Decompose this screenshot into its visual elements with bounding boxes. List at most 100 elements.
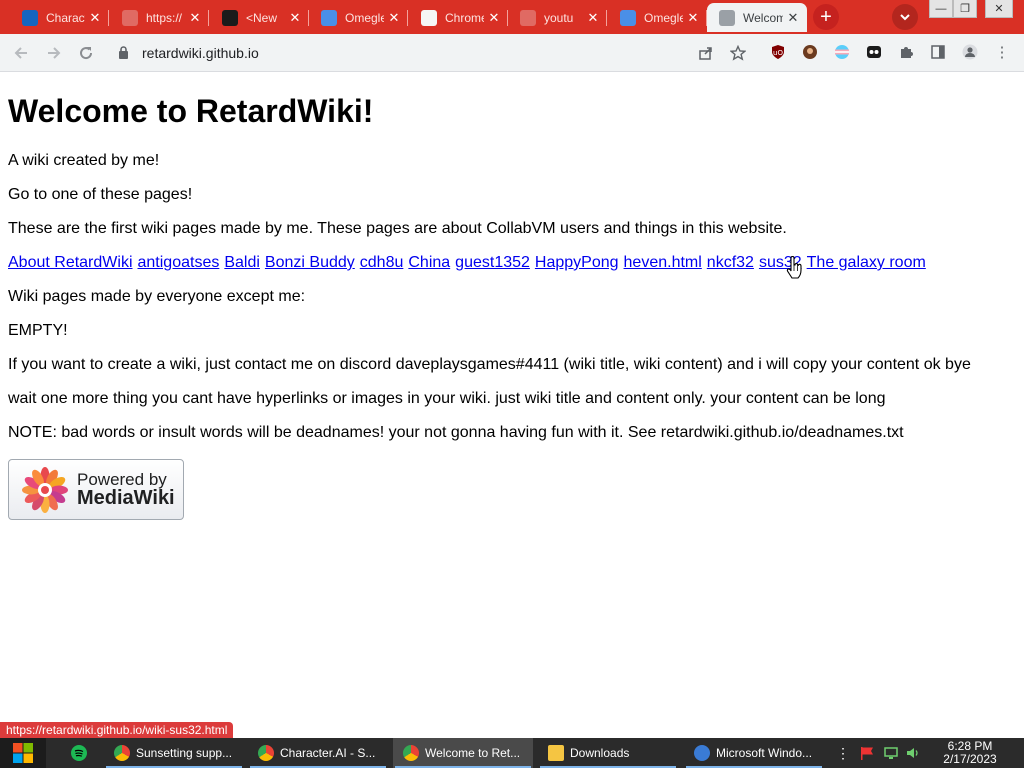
badge-line-2: MediaWiki [77,487,175,509]
tab-title: <New [246,10,278,25]
globe-icon [520,9,536,26]
ublock-extension-button[interactable]: uO [769,43,787,61]
community-heading: Wiki pages made by everyone except me: [8,288,306,305]
spotify-icon [71,745,87,761]
tray-overflow-button[interactable]: ⋮ [835,745,851,761]
tab-4[interactable]: Omegle ✕ [309,3,408,32]
extensions-button[interactable] [897,43,915,61]
description-text: These are the first wiki pages made by m… [8,220,787,237]
share-button[interactable] [697,44,715,62]
tab-6[interactable]: youtu ✕ [508,3,607,32]
taskbar-app-label: Microsoft Windo... [716,746,813,760]
new-tab-button[interactable]: + [813,4,839,30]
network-tray-button[interactable] [883,745,899,761]
wiki-link[interactable]: The galaxy room [807,254,926,271]
folder-icon [548,745,564,761]
spotify-taskbar-button[interactable] [71,745,87,761]
taskbar-app[interactable]: Downloads [538,738,678,768]
avatar-extension-button[interactable] [801,43,819,61]
tab-2[interactable]: https://✕ [110,3,209,32]
wiki-link[interactable]: cdh8u [360,254,404,271]
network-icon [884,747,898,759]
close-window-button[interactable]: ✕ [985,0,1013,18]
rules-text: wait one more thing you cant have hyperl… [8,390,886,407]
side-panel-icon [931,45,945,59]
tab-title: Omegle [644,10,683,25]
page-content: Welcome to RetardWiki! A wiki created by… [0,72,1024,738]
intro-text: A wiki created by me! [8,152,160,169]
address-bar[interactable]: retardwiki.github.io [106,39,758,67]
browser-toolbar: retardwiki.github.io uO ⋮ [0,34,1024,72]
wiki-link[interactable]: China [408,254,450,271]
close-tab-icon[interactable]: ✕ [683,8,703,28]
wiki-link[interactable]: guest1352 [455,254,530,271]
game-face-icon [867,46,881,58]
close-tab-icon[interactable]: ✕ [185,8,205,28]
tab-title: Chrome [445,10,484,25]
close-tab-icon[interactable]: ✕ [484,8,504,28]
tab-title: Welcome [743,10,783,25]
globe-icon [122,9,138,26]
start-button[interactable] [0,738,46,768]
tab-title: youtu [544,10,574,25]
taskbar-clock[interactable]: 6:28 PM 2/17/2023 [932,740,1008,766]
wiki-link[interactable]: About RetardWiki [8,254,133,271]
wiki-link[interactable]: antigoatses [138,254,220,271]
tab-divider [407,10,408,26]
flag-extension-button[interactable] [833,43,851,61]
address-url[interactable]: retardwiki.github.io [142,45,259,61]
reload-button[interactable] [74,41,98,65]
taskbar-app-label: Welcome to Ret... [425,746,521,760]
back-button[interactable] [9,41,33,65]
wiki-link[interactable]: Bonzi Buddy [265,254,355,271]
tab-5[interactable]: Chrome ✕ [409,3,508,32]
restore-button[interactable]: ❐ [953,0,977,18]
tab-8[interactable]: Welcome✕ [707,3,807,32]
wiki-link[interactable]: heven.html [624,254,702,271]
bookmark-button[interactable] [729,44,747,62]
taskbar-app[interactable]: Microsoft Windo... [684,738,824,768]
close-tab-icon[interactable]: ✕ [285,8,305,28]
tab-1[interactable]: Character.AI✕ [10,3,109,32]
kebab-menu-icon: ⋮ [994,44,1010,61]
tab-title: Character.AI [46,10,85,25]
side-panel-button[interactable] [929,43,947,61]
tray-dots-icon: ⋮ [836,744,850,761]
action-center-flag[interactable] [859,745,875,761]
wiki-link[interactable]: nkcf32 [707,254,754,271]
tumblr-icon [222,9,238,26]
forward-button[interactable] [42,41,66,65]
wiki-link[interactable]: Baldi [224,254,260,271]
globe-icon [719,9,735,26]
arrow-left-icon [14,47,27,59]
tab-7[interactable]: Omegle ✕ [608,3,707,32]
close-tab-icon[interactable]: ✕ [783,8,803,28]
taskbar-app[interactable]: Sunsetting supp... [104,738,244,768]
menu-button[interactable]: ⋮ [993,43,1011,61]
tab-3[interactable]: <New ✕ [210,3,309,32]
taskbar-app-label: Sunsetting supp... [136,746,233,760]
share-icon [699,47,712,60]
windows-installer-icon [694,745,710,761]
speaker-icon [907,748,918,758]
avatar-icon [803,45,817,59]
taskbar-app[interactable]: Welcome to Ret... [393,738,533,768]
powered-by-mediawiki-badge[interactable]: Powered by MediaWiki [8,459,184,520]
instruction-text: Go to one of these pages! [8,186,193,203]
puzzle-icon [901,47,913,58]
profile-icon [962,44,978,60]
wiki-link[interactable]: HappyPong [535,254,619,271]
lock-icon [119,46,128,59]
minimize-button[interactable]: — [929,0,953,18]
profile-button[interactable] [961,43,979,61]
empty-text: EMPTY! [8,322,68,339]
close-tab-icon[interactable]: ✕ [85,8,105,28]
taskbar-app-label: Downloads [570,746,630,760]
volume-tray-button[interactable] [905,745,921,761]
close-tab-icon[interactable]: ✕ [583,8,603,28]
close-tab-icon[interactable]: ✕ [384,8,404,28]
tab-search-button[interactable] [892,4,918,30]
windows-logo-icon [13,743,33,763]
tumblr-extension-button[interactable] [865,43,883,61]
taskbar-app[interactable]: Character.AI - S... [248,738,388,768]
